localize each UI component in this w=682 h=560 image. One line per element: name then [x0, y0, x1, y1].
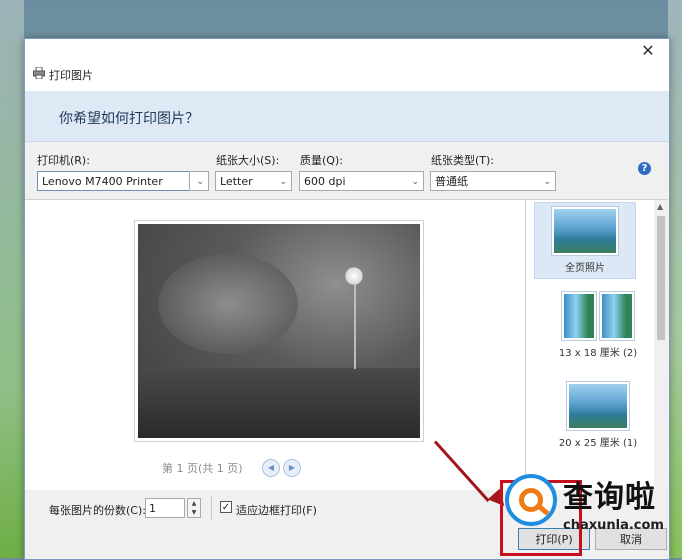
chevron-up-icon[interactable]: ▲	[657, 202, 663, 211]
paper-type-select[interactable]: 普通纸 ⌄	[430, 171, 556, 191]
desktop-wallpaper-left	[0, 0, 24, 558]
paper-size-select-value: Letter	[220, 175, 253, 188]
title-bar: 打印图片 ✕	[25, 39, 669, 91]
header-question: 你希望如何打印图片？	[59, 111, 199, 127]
help-icon[interactable]: ?	[638, 162, 651, 175]
quality-select-value: 600 dpi	[304, 175, 346, 188]
20x25-thumbnail	[567, 382, 629, 430]
divider	[211, 496, 212, 520]
layout-item-label: 13 x 18 厘米 (2)	[558, 348, 638, 359]
watermark-domain: chaxunla.com	[563, 518, 664, 533]
printer-select-value: Lenovo M7400 Printer	[42, 175, 163, 188]
chevron-down-icon: ⌄	[411, 177, 419, 187]
copies-input[interactable]: 1	[145, 498, 185, 518]
quality-select[interactable]: 600 dpi ⌄	[299, 171, 424, 191]
next-page-button[interactable]: ▶	[283, 459, 301, 477]
printer-dropdown-button[interactable]: ⌄	[189, 171, 209, 191]
chevron-down-icon: ⌄	[279, 177, 287, 187]
chevron-down-icon: ⌄	[543, 177, 551, 187]
layout-list: 全页照片 13 x 18 厘米 (2) 20 x 25 厘米 (1)	[525, 199, 655, 491]
decrement-arrow-icon[interactable]: ▼	[188, 508, 200, 517]
quality-label: 质量(Q):	[300, 154, 343, 167]
window-title: 打印图片	[49, 69, 93, 82]
photo-preview-frame	[134, 220, 424, 442]
layout-item-13x18[interactable]: 13 x 18 厘米 (2)	[548, 292, 648, 359]
close-button[interactable]: ✕	[637, 41, 659, 61]
paper-type-label: 纸张类型(T):	[431, 154, 495, 167]
previous-page-button[interactable]: ◀	[262, 459, 280, 477]
layout-scrollbar[interactable]: ▲	[654, 199, 668, 491]
watermark-logo-icon	[505, 474, 557, 526]
paper-size-label: 纸张大小(S):	[216, 154, 280, 167]
dialog-header: 你希望如何打印图片？	[25, 91, 669, 142]
preview-pane: 第 1 页(共 1 页) ◀ ▶	[25, 199, 525, 491]
13x18-thumbnail	[548, 292, 648, 340]
scrollbar-thumb[interactable]	[657, 216, 665, 340]
fit-frame-label: 适应边框打印(F)	[236, 504, 317, 517]
paper-type-select-value: 普通纸	[435, 175, 468, 188]
fit-frame-checkbox[interactable]: ✓	[220, 501, 232, 513]
chevron-down-icon: ⌄	[196, 177, 204, 187]
layout-item-label: 全页照片	[565, 263, 605, 274]
page-indicator: 第 1 页(共 1 页)	[162, 462, 243, 475]
printer-icon	[33, 67, 45, 79]
layout-item-label: 20 x 25 厘米 (1)	[558, 438, 638, 449]
printer-select[interactable]: Lenovo M7400 Printer	[37, 171, 209, 191]
copies-label: 每张图片的份数(C):	[49, 504, 146, 517]
copies-stepper[interactable]: ▲ ▼	[187, 498, 201, 518]
layout-item-20x25[interactable]: 20 x 25 厘米 (1)	[548, 382, 648, 449]
increment-arrow-icon[interactable]: ▲	[188, 499, 200, 508]
paper-size-select[interactable]: Letter ⌄	[215, 171, 292, 191]
watermark: 查询啦 chaxunla.com	[505, 470, 675, 542]
printer-label: 打印机(R):	[37, 154, 90, 167]
watermark-brand: 查询啦	[563, 480, 656, 515]
layout-item-full-page[interactable]: 全页照片	[534, 202, 636, 279]
full-page-thumbnail	[552, 207, 618, 255]
dandelion-photo	[138, 224, 420, 438]
